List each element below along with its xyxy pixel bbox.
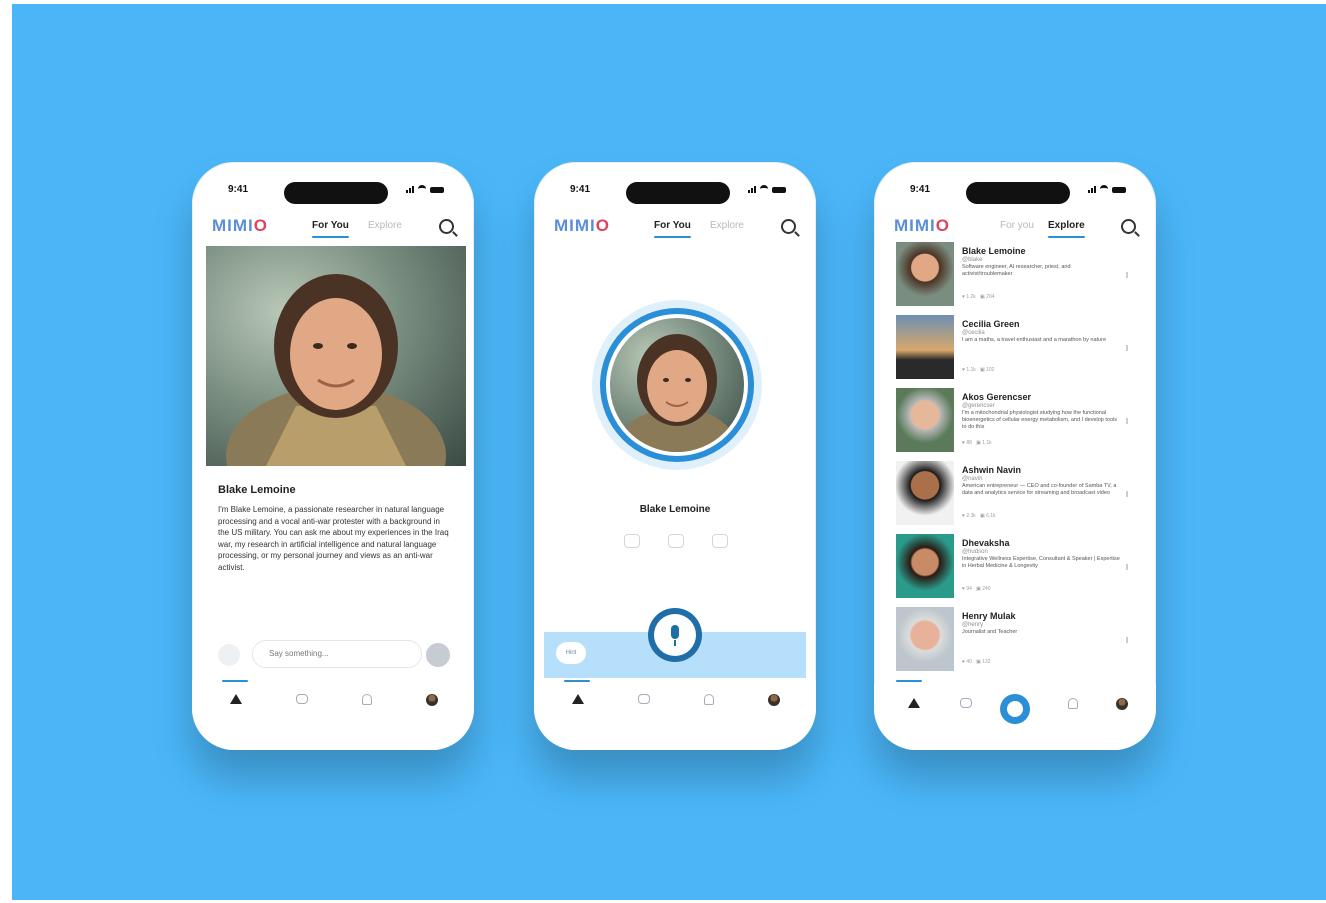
- chat-composer: Say something...: [218, 640, 454, 668]
- avatar-icon[interactable]: [1116, 698, 1128, 710]
- home-icon[interactable]: [572, 694, 584, 704]
- tab-for-you[interactable]: For you: [1000, 220, 1034, 231]
- bell-icon[interactable]: [1068, 698, 1078, 709]
- hint-pill[interactable]: Hint: [556, 642, 586, 664]
- avatar: [896, 461, 954, 525]
- home-icon[interactable]: [908, 698, 920, 708]
- more-icon[interactable]: [1126, 637, 1128, 643]
- bottom-nav: [192, 680, 474, 750]
- avatar-icon[interactable]: [426, 694, 438, 706]
- more-icon[interactable]: [1126, 345, 1128, 351]
- status-bar: 9:41: [874, 176, 1156, 204]
- list-item[interactable]: Dhevaksha @hudson Integrative Wellness E…: [896, 534, 1132, 602]
- notch: [284, 182, 388, 204]
- battery-icon: [772, 186, 786, 193]
- wifi-icon: [760, 185, 768, 194]
- bell-icon[interactable]: [704, 694, 714, 705]
- app-bar: MIMIO For you Explore: [874, 210, 1156, 244]
- phone-for-you-detail: 9:41 MIMIO For You Explore Blake Lemoine…: [192, 162, 474, 750]
- avatar: [896, 315, 954, 379]
- avatar: [896, 534, 954, 598]
- search-icon[interactable]: [1121, 219, 1136, 234]
- tab-explore[interactable]: Explore: [1048, 220, 1085, 238]
- profile-bio: I'm Blake Lemoine, a passionate research…: [218, 505, 449, 572]
- mockup-background: 9:41 MIMIO For You Explore Blake Lemoine…: [12, 4, 1326, 900]
- reaction-row: [624, 534, 728, 548]
- signal-icon: [1088, 186, 1096, 193]
- list-item[interactable]: Akos Gerencser @gerencser I'm a mitochon…: [896, 388, 1132, 456]
- profile-name: Blake Lemoine: [218, 484, 296, 496]
- chat-icon[interactable]: [296, 694, 308, 704]
- list-item[interactable]: Blake Lemoine @blake Software engineer, …: [896, 242, 1132, 310]
- like-icon[interactable]: [668, 534, 684, 548]
- chat-icon[interactable]: [638, 694, 650, 704]
- bottom-nav: [874, 680, 1156, 750]
- list-item[interactable]: Cecilia Green @cecilia I am a maths, a t…: [896, 315, 1132, 383]
- mic-icon: [671, 625, 679, 639]
- create-button[interactable]: [1000, 694, 1030, 724]
- more-icon[interactable]: [1126, 491, 1128, 497]
- more-icon[interactable]: [1126, 272, 1128, 278]
- search-icon[interactable]: [439, 219, 454, 234]
- comment-icon[interactable]: [624, 534, 640, 548]
- profile-photo: [206, 246, 466, 466]
- status-time: 9:41: [228, 184, 249, 195]
- mic-button[interactable]: [648, 608, 702, 662]
- tab-for-you[interactable]: For You: [312, 220, 349, 238]
- logo: MIMIO: [212, 216, 269, 235]
- tab-explore[interactable]: Explore: [368, 220, 402, 231]
- list-item[interactable]: Ashwin Navin @navin American entrepreneu…: [896, 461, 1132, 529]
- status-bar: 9:41: [192, 176, 474, 204]
- status-time: 9:41: [570, 184, 591, 195]
- bottom-nav: [534, 680, 816, 750]
- app-bar: MIMIO For You Explore: [534, 210, 816, 244]
- message-input[interactable]: Say something...: [252, 640, 422, 668]
- app-bar: MIMIO For You Explore: [192, 210, 474, 244]
- wifi-icon: [418, 185, 426, 194]
- phone-explore: 9:41 MIMIO For you Explore Blake Lemoine…: [874, 162, 1156, 750]
- mic-icon[interactable]: [218, 644, 240, 666]
- avatar: [896, 388, 954, 452]
- logo: MIMIO: [554, 216, 611, 235]
- wifi-icon: [1100, 185, 1108, 194]
- profile-avatar-large: [610, 318, 744, 452]
- status-time: 9:41: [910, 184, 931, 195]
- phone-voice-chat: 9:41 MIMIO For You Explore Blake Lemoine…: [534, 162, 816, 750]
- home-icon[interactable]: [230, 694, 242, 704]
- battery-icon: [1112, 186, 1126, 193]
- battery-icon: [430, 186, 444, 193]
- logo: MIMIO: [894, 216, 951, 235]
- more-icon[interactable]: [1126, 418, 1128, 424]
- more-icon[interactable]: [1126, 564, 1128, 570]
- tab-explore[interactable]: Explore: [710, 220, 744, 231]
- send-button[interactable]: [426, 643, 450, 667]
- status-bar: 9:41: [534, 176, 816, 204]
- chat-icon[interactable]: [960, 698, 972, 708]
- signal-icon: [406, 186, 414, 193]
- tab-for-you[interactable]: For You: [654, 220, 691, 238]
- bell-icon[interactable]: [362, 694, 372, 705]
- list-item[interactable]: Henry Mulak @henry Journalist and Teache…: [896, 607, 1132, 675]
- search-icon[interactable]: [781, 219, 796, 234]
- notch: [626, 182, 730, 204]
- signal-icon: [748, 186, 756, 193]
- notch: [966, 182, 1070, 204]
- share-icon[interactable]: [712, 534, 728, 548]
- avatar: [896, 607, 954, 671]
- profile-name: Blake Lemoine: [639, 504, 711, 515]
- avatar-icon[interactable]: [768, 694, 780, 706]
- avatar: [896, 242, 954, 306]
